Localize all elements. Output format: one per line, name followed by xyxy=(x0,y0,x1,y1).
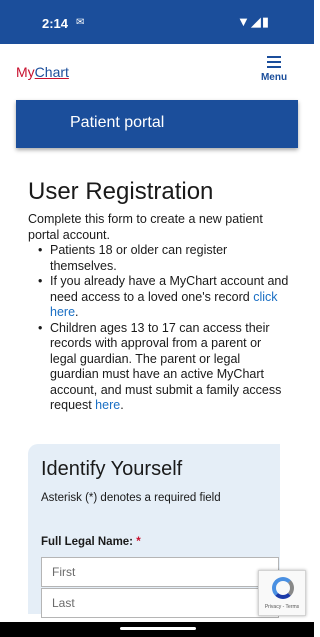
system-nav-bar xyxy=(0,622,314,637)
status-bar: 2:14 ✉ ▼◢▮ xyxy=(0,0,314,44)
first-name-input[interactable] xyxy=(41,557,279,587)
wifi-signal-battery-icons: ▼◢▮ xyxy=(236,14,270,29)
section-title: Identify Yourself xyxy=(41,458,183,480)
recaptcha-badge[interactable]: Privacy - Terms xyxy=(258,570,306,616)
bullet-text: Children ages 13 to 17 can access their … xyxy=(50,320,282,413)
required-note: Asterisk (*) denotes a required field xyxy=(41,492,221,504)
bullet-suffix: . xyxy=(75,305,79,319)
home-indicator[interactable] xyxy=(120,627,196,630)
identify-yourself-card: Identify Yourself Asterisk (*) denotes a… xyxy=(28,444,280,618)
status-time: 2:14 xyxy=(42,16,69,31)
intro-section: Complete this form to create a new patie… xyxy=(28,212,290,414)
bullet-text: Patients 18 or older can register themse… xyxy=(50,243,228,273)
mychart-logo[interactable]: MyChart xyxy=(16,64,69,80)
menu-label: Menu xyxy=(260,72,288,83)
last-name-input[interactable] xyxy=(41,588,279,618)
portal-banner: Patient portal xyxy=(16,100,298,148)
bullet-suffix: . xyxy=(120,398,124,412)
recaptcha-terms: Privacy - Terms xyxy=(264,604,300,610)
list-item: Patients 18 or older can register themse… xyxy=(38,243,290,274)
portal-title: Patient portal xyxy=(70,114,165,131)
hamburger-icon xyxy=(267,56,281,68)
full-name-label: Full Legal Name: * xyxy=(41,536,141,548)
family-access-link[interactable]: here xyxy=(95,398,120,412)
eligibility-list: Patients 18 or older can register themse… xyxy=(38,243,290,414)
page-title: User Registration xyxy=(28,178,214,205)
notification-icon: ✉ xyxy=(76,17,85,28)
menu-button[interactable]: Menu xyxy=(250,52,298,92)
required-asterisk: * xyxy=(136,536,141,548)
full-name-label-text: Full Legal Name: xyxy=(41,536,134,548)
logo-my: My xyxy=(16,64,35,80)
list-item: Children ages 13 to 17 can access their … xyxy=(38,321,290,414)
recaptcha-icon xyxy=(272,577,294,599)
app-header: MyChart Menu xyxy=(0,44,314,100)
intro-text: Complete this form to create a new patie… xyxy=(28,212,263,242)
logo-chart: Chart xyxy=(34,64,69,80)
list-item: If you already have a MyChart account an… xyxy=(38,274,290,321)
